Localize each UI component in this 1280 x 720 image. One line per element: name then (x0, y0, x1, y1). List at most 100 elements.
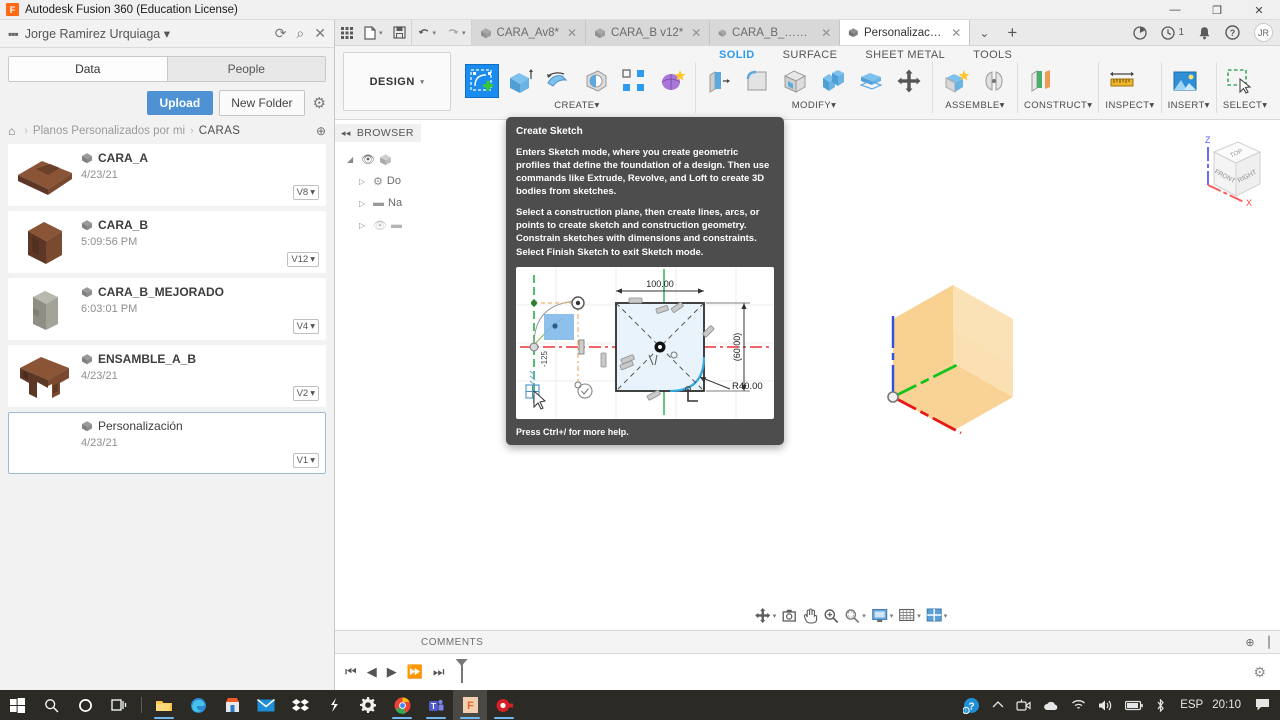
grid-menu-icon[interactable] (335, 20, 359, 45)
offset-face-icon[interactable] (854, 64, 888, 98)
ribbon-tab-sheet-metal[interactable]: SHEET METAL (851, 48, 959, 62)
pan-tool[interactable] (801, 605, 819, 626)
jobs-status-icon[interactable]: 1 (1154, 20, 1191, 45)
close-button[interactable]: ✕ (1238, 0, 1280, 20)
tab-people[interactable]: People (167, 57, 325, 81)
breadcrumb-parent[interactable]: Planos Personalizados por mi (33, 125, 185, 137)
expand-arrow-icon[interactable]: ▷ (359, 199, 369, 208)
new-component-icon[interactable] (939, 64, 973, 98)
teams-icon[interactable]: T (419, 690, 453, 720)
add-comment-icon[interactable]: ⊕ (1245, 636, 1255, 649)
timeline-go-start[interactable]: ⏮ (345, 664, 357, 680)
pattern-icon[interactable] (617, 64, 651, 98)
chrome-icon[interactable] (385, 690, 419, 720)
ribbon-tab-tools[interactable]: TOOLS (959, 48, 1026, 62)
volume-icon[interactable] (1092, 699, 1119, 712)
display-settings[interactable]: ▾ (870, 606, 895, 625)
file-explorer-icon[interactable] (147, 690, 181, 720)
document-tab-cara-b[interactable]: CARA_B v12* ✕ (586, 20, 711, 45)
bluetooth-icon[interactable] (1149, 698, 1172, 713)
list-item[interactable]: Personalización 4/23/21 V1 ▾ (8, 412, 326, 474)
language-and-clock[interactable]: ESP 20:10 (1172, 699, 1249, 711)
look-at-tool[interactable] (780, 606, 798, 626)
insert-image-icon[interactable] (1168, 64, 1202, 98)
viewport-canvas[interactable]: Create Sketch Enters Sketch mode, where … (421, 117, 1280, 630)
undo-icon[interactable]: ▾ (412, 20, 442, 45)
list-item[interactable]: CARA_B_MEJORADO 6:03:01 PM V4 ▾ (8, 278, 326, 340)
close-icon[interactable]: ✕ (951, 26, 961, 40)
extensions-icon[interactable] (1126, 20, 1154, 45)
task-view-icon[interactable] (102, 690, 136, 720)
camera-icon[interactable] (1010, 699, 1037, 712)
extrude-icon[interactable] (503, 64, 537, 98)
document-tab-personalizacion[interactable]: Personalización v1 ✕ (840, 20, 971, 45)
microsoft-store-icon[interactable] (215, 690, 249, 720)
globe-icon[interactable]: ⊕ (316, 124, 326, 138)
search-icon[interactable] (34, 690, 68, 720)
upload-button[interactable]: Upload (146, 91, 214, 115)
timeline-settings-icon[interactable]: ⚙ (1253, 664, 1266, 681)
workspace-selector[interactable]: DESIGN ▾ (343, 52, 451, 111)
version-badge[interactable]: V8 ▾ (292, 185, 319, 200)
tab-overflow-icon[interactable]: ⌄ (970, 20, 998, 45)
orbit-tool[interactable]: ▾ (753, 605, 778, 626)
language-indicator[interactable]: ESP (1180, 699, 1203, 711)
timeline-marker[interactable] (460, 661, 463, 683)
timeline-play[interactable]: ▶ (387, 664, 397, 680)
create-sketch-icon[interactable] (465, 64, 499, 98)
zoom-tool[interactable] (822, 606, 840, 626)
search-icon[interactable]: ⌕ (296, 25, 304, 42)
wifi-icon[interactable] (1065, 699, 1092, 711)
close-icon[interactable]: ✕ (821, 26, 831, 40)
list-item[interactable]: CARA_B 5:09:56 PM V12 ▾ (8, 211, 326, 273)
press-pull-icon[interactable] (702, 64, 736, 98)
action-center-icon[interactable] (1249, 698, 1280, 712)
form-icon[interactable] (655, 64, 689, 98)
sweep-icon[interactable] (579, 64, 613, 98)
notifications-icon[interactable] (1191, 20, 1218, 45)
timeline-step-forward[interactable]: ⏩ (407, 664, 423, 680)
hidden-eye-icon[interactable]: 👁 (373, 219, 387, 232)
list-item[interactable]: CARA_A 4/23/21 V8 ▾ (8, 144, 326, 206)
refresh-icon[interactable]: ⟳ (275, 25, 287, 42)
chevron-up-icon[interactable] (986, 700, 1010, 710)
close-panel-icon[interactable]: ✕ (314, 25, 326, 42)
comments-bar[interactable]: COMMENTS ⊕ ▕ (335, 630, 1280, 654)
expand-arrow-icon[interactable]: ▷ (359, 221, 369, 230)
onedrive-icon[interactable] (1037, 700, 1065, 711)
settings-icon[interactable] (351, 690, 385, 720)
resize-handle[interactable]: ▕ (1261, 636, 1270, 649)
browser-node-root[interactable]: ◢ 👁 (343, 148, 421, 170)
slack-icon[interactable] (317, 690, 351, 720)
document-tab-cara-a[interactable]: CARA_Av8* ✕ (471, 20, 587, 45)
list-item[interactable]: ENSAMBLE_A_B 4/23/21 V2 ▾ (8, 345, 326, 407)
view-cube[interactable]: TOP FRONT RIGHT Z X (1186, 130, 1266, 210)
browser-node-document-settings[interactable]: ▷ ⚙ Do (343, 170, 421, 192)
collapse-icon[interactable]: ◂◂ (341, 128, 351, 139)
viewports[interactable]: ▾ (925, 606, 949, 625)
measure-icon[interactable] (1105, 64, 1139, 98)
grid-snaps[interactable]: ▾ (897, 606, 922, 625)
close-icon[interactable]: ✕ (691, 26, 701, 40)
fusion360-icon[interactable]: F (453, 690, 487, 720)
recording-icon[interactable] (487, 690, 521, 720)
revolve-icon[interactable] (541, 64, 575, 98)
redo-icon[interactable]: ▾ (441, 20, 472, 45)
mail-icon[interactable] (249, 690, 283, 720)
document-tab-cara-b-mejorado[interactable]: CARA_B_…RADO v4 ✕ (710, 20, 841, 45)
avatar[interactable]: JR (1247, 20, 1280, 45)
start-button[interactable] (0, 690, 34, 720)
new-file-icon[interactable]: ▾ (359, 20, 388, 45)
home-icon[interactable]: ⌂ (8, 124, 15, 138)
expand-arrow-icon[interactable]: ◢ (347, 155, 357, 164)
combine-icon[interactable] (816, 64, 850, 98)
move-copy-icon[interactable] (892, 64, 926, 98)
fillet-icon[interactable] (740, 64, 774, 98)
timeline-go-end[interactable]: ⏭ (433, 664, 445, 680)
new-tab-button[interactable]: + (998, 20, 1026, 45)
cortana-icon[interactable] (68, 690, 102, 720)
close-icon[interactable]: ✕ (567, 26, 577, 40)
dropbox-icon[interactable] (283, 690, 317, 720)
tab-data[interactable]: Data (9, 57, 168, 81)
clock-time[interactable]: 20:10 (1212, 699, 1241, 711)
